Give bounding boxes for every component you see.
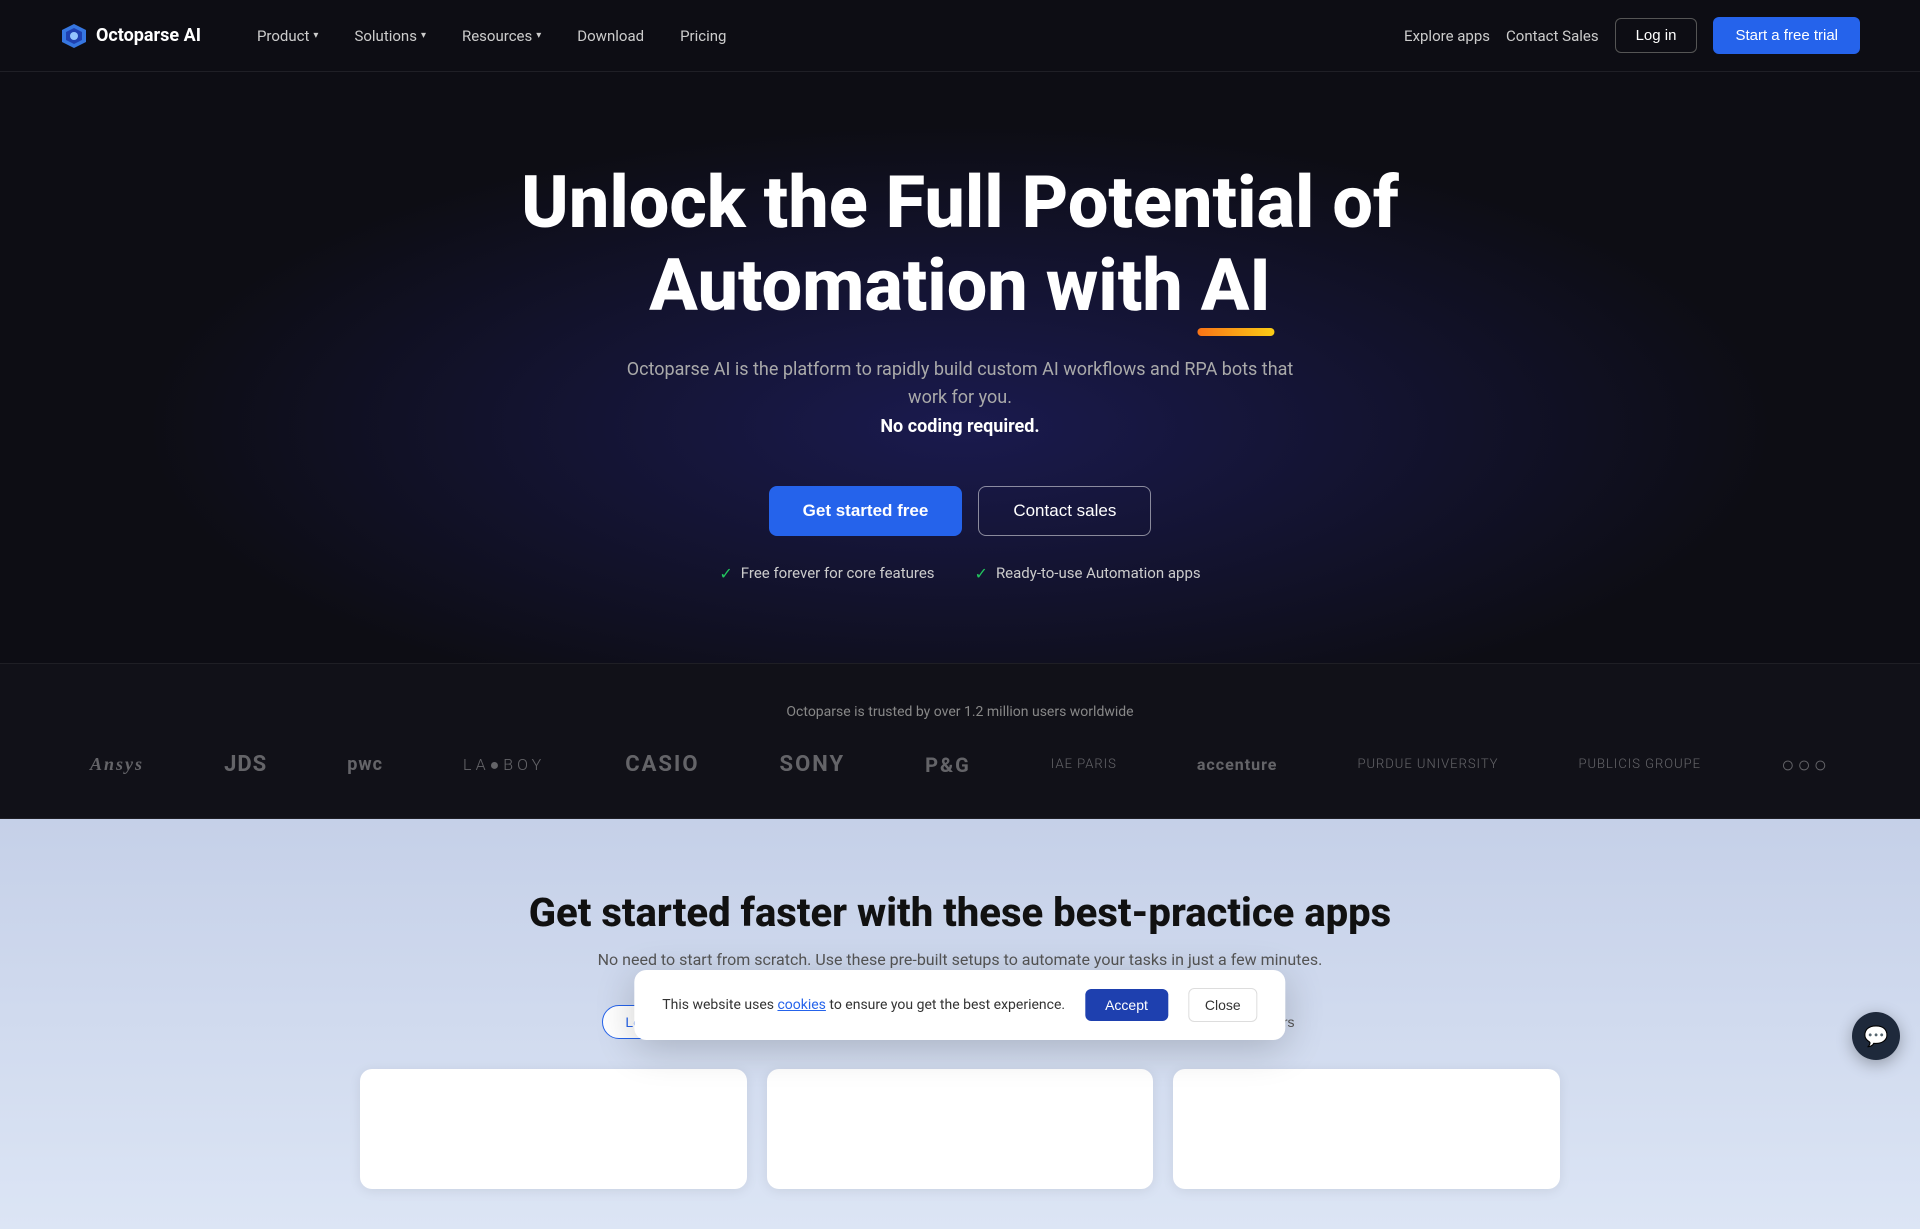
contact-sales-button[interactable]: Contact sales [978, 486, 1151, 536]
cookie-link[interactable]: cookies [777, 997, 825, 1013]
chat-icon: 💬 [1864, 1024, 1889, 1048]
app-card-3 [1173, 1069, 1560, 1189]
nav-left: Octoparse AI Product ▾ Solutions ▾ Resou… [60, 19, 742, 53]
logo[interactable]: Octoparse AI [60, 22, 201, 50]
explore-apps-link[interactable]: Explore apps [1404, 27, 1490, 45]
apps-subtext: No need to start from scratch. Use these… [60, 950, 1860, 969]
nav-pricing[interactable]: Pricing [664, 19, 742, 53]
logo-purdue: PURDUE UNIVERSITY [1357, 757, 1498, 772]
trusted-logos: Ansys JDS pwc LA●BOY CASIO SONY P&G IAE … [60, 752, 1860, 778]
hero-section: Unlock the Full Potential of Automation … [0, 72, 1920, 663]
hero-headline: Unlock the Full Potential of Automation … [521, 162, 1399, 328]
app-cards-grid [360, 1069, 1560, 1189]
navbar: Octoparse AI Product ▾ Solutions ▾ Resou… [0, 0, 1920, 72]
logo-pg: P&G [925, 753, 971, 777]
start-trial-button[interactable]: Start a free trial [1713, 17, 1860, 54]
accept-cookie-button[interactable]: Accept [1085, 989, 1168, 1021]
chevron-down-icon: ▾ [536, 30, 541, 41]
app-card-1 [360, 1069, 747, 1189]
chevron-down-icon: ▾ [421, 30, 426, 41]
hero-ai-word: AI [1201, 245, 1271, 328]
nav-product[interactable]: Product ▾ [241, 19, 334, 53]
trusted-text: Octoparse is trusted by over 1.2 million… [60, 704, 1860, 720]
nav-right: Explore apps Contact Sales Log in Start … [1404, 17, 1860, 54]
app-card-2 [767, 1069, 1154, 1189]
logo-text: Octoparse AI [96, 25, 201, 46]
hero-buttons: Get started free Contact sales [769, 486, 1152, 536]
apps-heading: Get started faster with these best-pract… [60, 889, 1860, 936]
logo-audi: ○○○ [1781, 752, 1830, 778]
logo-sony: SONY [780, 752, 846, 777]
cookie-banner: This website uses cookies to ensure you … [634, 970, 1285, 1040]
hero-feature-checks: ✓ Free forever for core features ✓ Ready… [719, 564, 1200, 583]
logo-iae-paris: IAE PARIS [1051, 757, 1117, 772]
trusted-section: Octoparse is trusted by over 1.2 million… [0, 663, 1920, 819]
hero-check-2: ✓ Ready-to-use Automation apps [975, 564, 1201, 583]
chat-widget[interactable]: 💬 [1852, 1012, 1900, 1060]
get-started-button[interactable]: Get started free [769, 486, 963, 536]
nav-solutions[interactable]: Solutions ▾ [338, 19, 442, 53]
check-icon-2: ✓ [975, 564, 988, 583]
logo-publicis: PUBLICIS GROUPE [1579, 757, 1702, 772]
nav-download[interactable]: Download [561, 19, 660, 53]
hero-subtext: Octoparse AI is the platform to rapidly … [620, 356, 1300, 442]
check-icon-1: ✓ [719, 564, 732, 583]
login-button[interactable]: Log in [1615, 18, 1698, 53]
nav-resources[interactable]: Resources ▾ [446, 19, 557, 53]
contact-sales-link[interactable]: Contact Sales [1506, 27, 1599, 45]
close-cookie-button[interactable]: Close [1188, 988, 1258, 1022]
logo-jds: JDS [224, 752, 267, 777]
cookie-text: This website uses cookies to ensure you … [662, 997, 1065, 1013]
logo-pwc: pwc [347, 754, 383, 775]
chevron-down-icon: ▾ [313, 30, 318, 41]
logo-accenture: accenture [1197, 755, 1278, 774]
logo-ansys: Ansys [90, 754, 144, 775]
logo-laboy: LA●BOY [463, 755, 545, 775]
logo-casio: CASIO [625, 752, 699, 777]
hero-check-1: ✓ Free forever for core features [719, 564, 934, 583]
logo-icon [60, 22, 88, 50]
nav-links: Product ▾ Solutions ▾ Resources ▾ Downlo… [241, 19, 743, 53]
